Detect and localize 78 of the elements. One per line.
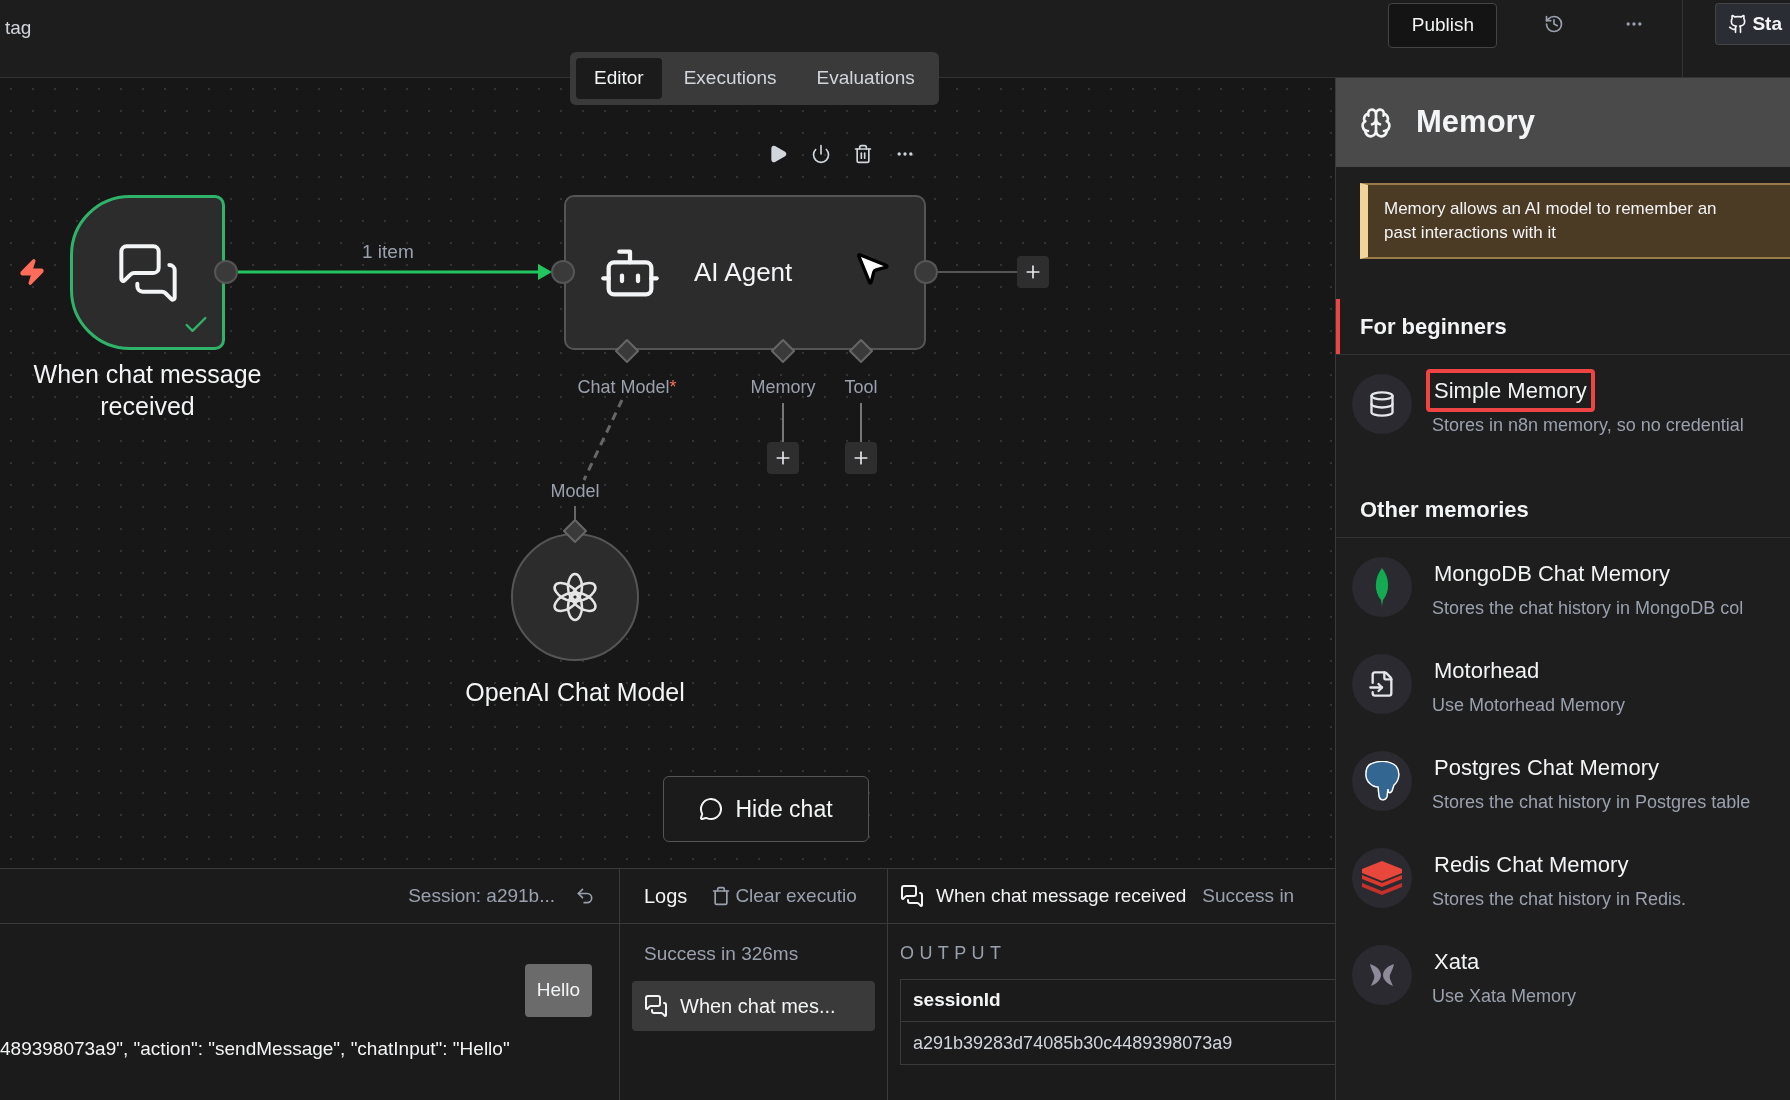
- brain-icon: [1360, 106, 1392, 139]
- column-header: sessionId: [901, 980, 1335, 1022]
- port-label: Model: [549, 480, 601, 503]
- node-name: When chat message received: [936, 883, 1187, 908]
- item-name: Simple Memory: [1426, 368, 1595, 412]
- item-description: Stores the chat history in Redis.: [1432, 887, 1687, 911]
- history-icon[interactable]: [1544, 14, 1565, 34]
- tab[interactable]: Executions: [665, 58, 795, 99]
- logs-title: Logs: [644, 884, 688, 909]
- memory-item[interactable]: Redis Chat Memory Stores the chat history in Redis.: [1336, 829, 1790, 926]
- item-description: Use Motorhead Memory: [1432, 693, 1626, 717]
- session-label: Session: a291b...: [408, 883, 555, 908]
- item-description: Stores the chat history in Postgres table: [1432, 790, 1751, 814]
- stack-icon: [1360, 860, 1404, 895]
- node-label: OpenAI Chat Model: [464, 677, 686, 708]
- input-label: Chat Model*: [576, 376, 678, 399]
- publish-button[interactable]: Publish: [1388, 3, 1498, 48]
- memory-item[interactable]: Xata Use Xata Memory: [1336, 926, 1790, 1023]
- star-button[interactable]: Sta: [1715, 3, 1790, 45]
- chat-icon: [900, 884, 924, 908]
- butterfly-icon: [1369, 962, 1395, 987]
- run-summary: Success in 326ms: [643, 942, 800, 966]
- item-description: Stores the chat history in MongoDB col: [1432, 596, 1744, 620]
- add-sub-node-button[interactable]: [767, 442, 799, 474]
- memory-item[interactable]: Motorhead Use Motorhead Memory: [1336, 635, 1790, 732]
- memory-item[interactable]: MongoDB Chat Memory Stores the chat history in MongoDB col: [1336, 538, 1790, 635]
- callout-text: Memory allows an AI model to remember an past interactions with it: [1384, 198, 1718, 244]
- item-name: MongoDB Chat Memory: [1433, 559, 1671, 588]
- connection-label: 1 item: [362, 240, 414, 264]
- elephant-icon: [1363, 760, 1401, 801]
- tab[interactable]: Evaluations: [798, 58, 933, 99]
- trash-icon: [711, 886, 732, 906]
- output-handle[interactable]: [563, 519, 587, 543]
- reset-icon[interactable]: [575, 886, 595, 906]
- database-icon: [1368, 389, 1396, 418]
- connector-line: [860, 402, 862, 443]
- tab[interactable]: Editor: [576, 58, 662, 99]
- node-title: AI Agent: [694, 256, 793, 289]
- atom-icon: [550, 572, 600, 622]
- lightning-icon: [18, 258, 46, 286]
- status-text: Success in: [1202, 883, 1295, 908]
- item-name: Redis Chat Memory: [1433, 850, 1630, 879]
- input-handle[interactable]: [615, 339, 639, 363]
- port-handle[interactable]: [214, 260, 238, 284]
- section-header[interactable]: Other memories: [1340, 493, 1529, 526]
- item-description: Stores in n8n memory, so no credential: [1432, 413, 1744, 437]
- input-handle[interactable]: [849, 339, 873, 363]
- chat-icon: [644, 993, 668, 1018]
- play-icon[interactable]: [768, 144, 788, 164]
- memory-item[interactable]: Postgres Chat Memory Stores the chat history in Postgres table: [1336, 732, 1790, 829]
- trigger-node[interactable]: [70, 195, 225, 350]
- table-cell-text: a291b39283d74085b30c4489398073a9: [912, 1031, 1234, 1055]
- workflow-name[interactable]: tag: [0, 0, 32, 43]
- clear-button[interactable]: Clear executio: [711, 881, 857, 911]
- item-name: Xata: [1433, 947, 1481, 976]
- item-name: Postgres Chat Memory: [1433, 753, 1660, 782]
- agent-node[interactable]: AI Agent: [564, 195, 926, 350]
- port-handle[interactable]: [914, 260, 938, 284]
- node-label: When chat message received: [32, 359, 263, 422]
- chat-message: Hello: [524, 964, 592, 1017]
- item-description: Use Xata Memory: [1432, 984, 1577, 1008]
- memory-item[interactable]: Simple Memory Stores in n8n memory, so no credential: [1336, 355, 1790, 452]
- panel-title: Memory: [1416, 103, 1535, 142]
- trash-icon[interactable]: [853, 144, 873, 164]
- add-node-button[interactable]: [1017, 256, 1049, 288]
- power-icon[interactable]: [811, 144, 831, 164]
- input-handle[interactable]: [771, 339, 795, 363]
- item-name: Motorhead: [1433, 656, 1541, 685]
- chat-bubble-icon: [699, 797, 724, 821]
- port-handle[interactable]: [551, 260, 575, 284]
- add-sub-node-button[interactable]: [845, 442, 877, 474]
- section-header[interactable]: For beginners: [1340, 310, 1507, 343]
- log-entry[interactable]: When chat mes...: [632, 980, 875, 1031]
- payload-text: 489398073a9", "action": "sendMessage", "chatInput": "Hello": [0, 1036, 511, 1061]
- input-label: Memory: [749, 376, 817, 399]
- hide-chat-button[interactable]: Hide chat: [663, 776, 869, 842]
- section-label: OUTPUT: [899, 942, 1008, 965]
- connector-line: [782, 402, 784, 443]
